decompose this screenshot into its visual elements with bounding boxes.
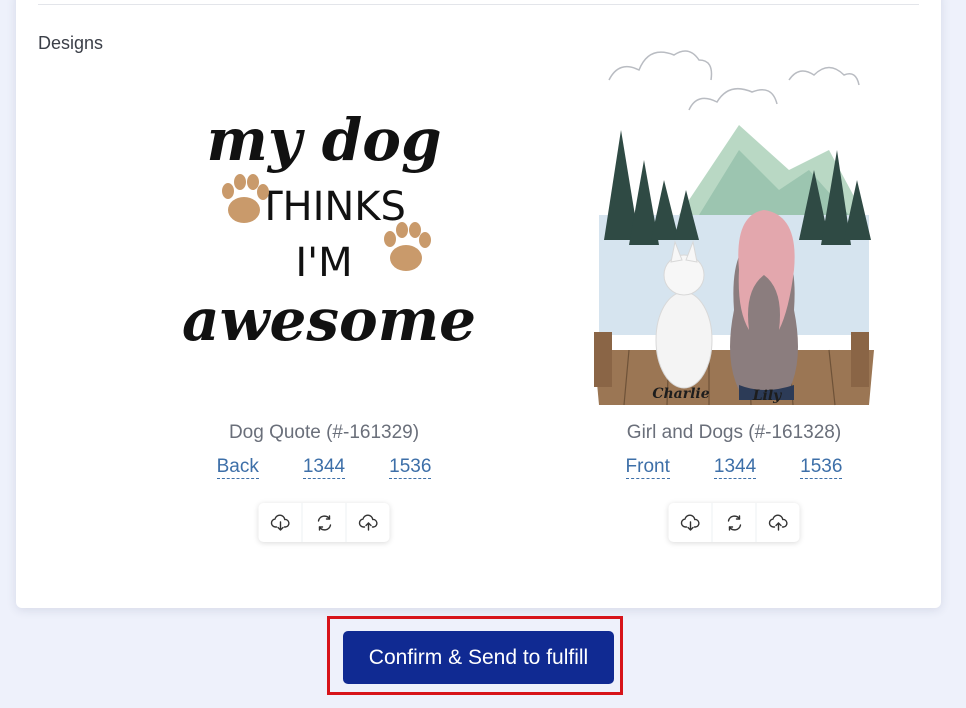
divider: [38, 4, 919, 5]
refresh-icon[interactable]: [713, 503, 757, 542]
designs-card: Designs my dog THINKS I'M awesome Dog Qu…: [16, 0, 941, 608]
svg-text:Charlie: Charlie: [652, 386, 709, 402]
side-link[interactable]: Front: [625, 456, 670, 479]
cloud-download-icon[interactable]: [669, 503, 713, 542]
cloud-upload-icon[interactable]: [347, 503, 390, 542]
section-title: Designs: [38, 33, 104, 53]
design-name: Dog Quote (#-161329): [228, 422, 420, 443]
svg-text:my dog: my dog: [206, 106, 441, 174]
svg-text:THINKS: THINKS: [257, 184, 406, 230]
height-link[interactable]: 1536: [800, 456, 843, 479]
side-link[interactable]: Back: [216, 456, 259, 479]
design-actions: [668, 503, 800, 542]
design-thumbnail-dog-quote[interactable]: my dog THINKS I'M awesome: [154, 40, 494, 415]
cloud-upload-icon[interactable]: [757, 503, 800, 542]
refresh-icon[interactable]: [303, 503, 347, 542]
cloud-download-icon[interactable]: [259, 503, 303, 542]
design-name: Girl and Dogs (#-161328): [626, 422, 842, 443]
confirm-send-to-fulfill-button[interactable]: Confirm & Send to fulfill: [343, 631, 614, 684]
width-link[interactable]: 1344: [713, 456, 757, 479]
svg-text:I'M: I'M: [295, 240, 352, 286]
design-actions: [258, 503, 390, 542]
design-meta-links: Back 1344 1536: [114, 456, 534, 479]
svg-text:Lily: Lily: [752, 388, 782, 404]
svg-text:awesome: awesome: [182, 286, 474, 354]
height-link[interactable]: 1536: [389, 456, 432, 479]
design-meta-links: Front 1344 1536: [524, 456, 944, 479]
design-thumbnail-girl-and-dogs[interactable]: Charlie Lily: [564, 40, 904, 415]
width-link[interactable]: 1344: [302, 456, 346, 479]
